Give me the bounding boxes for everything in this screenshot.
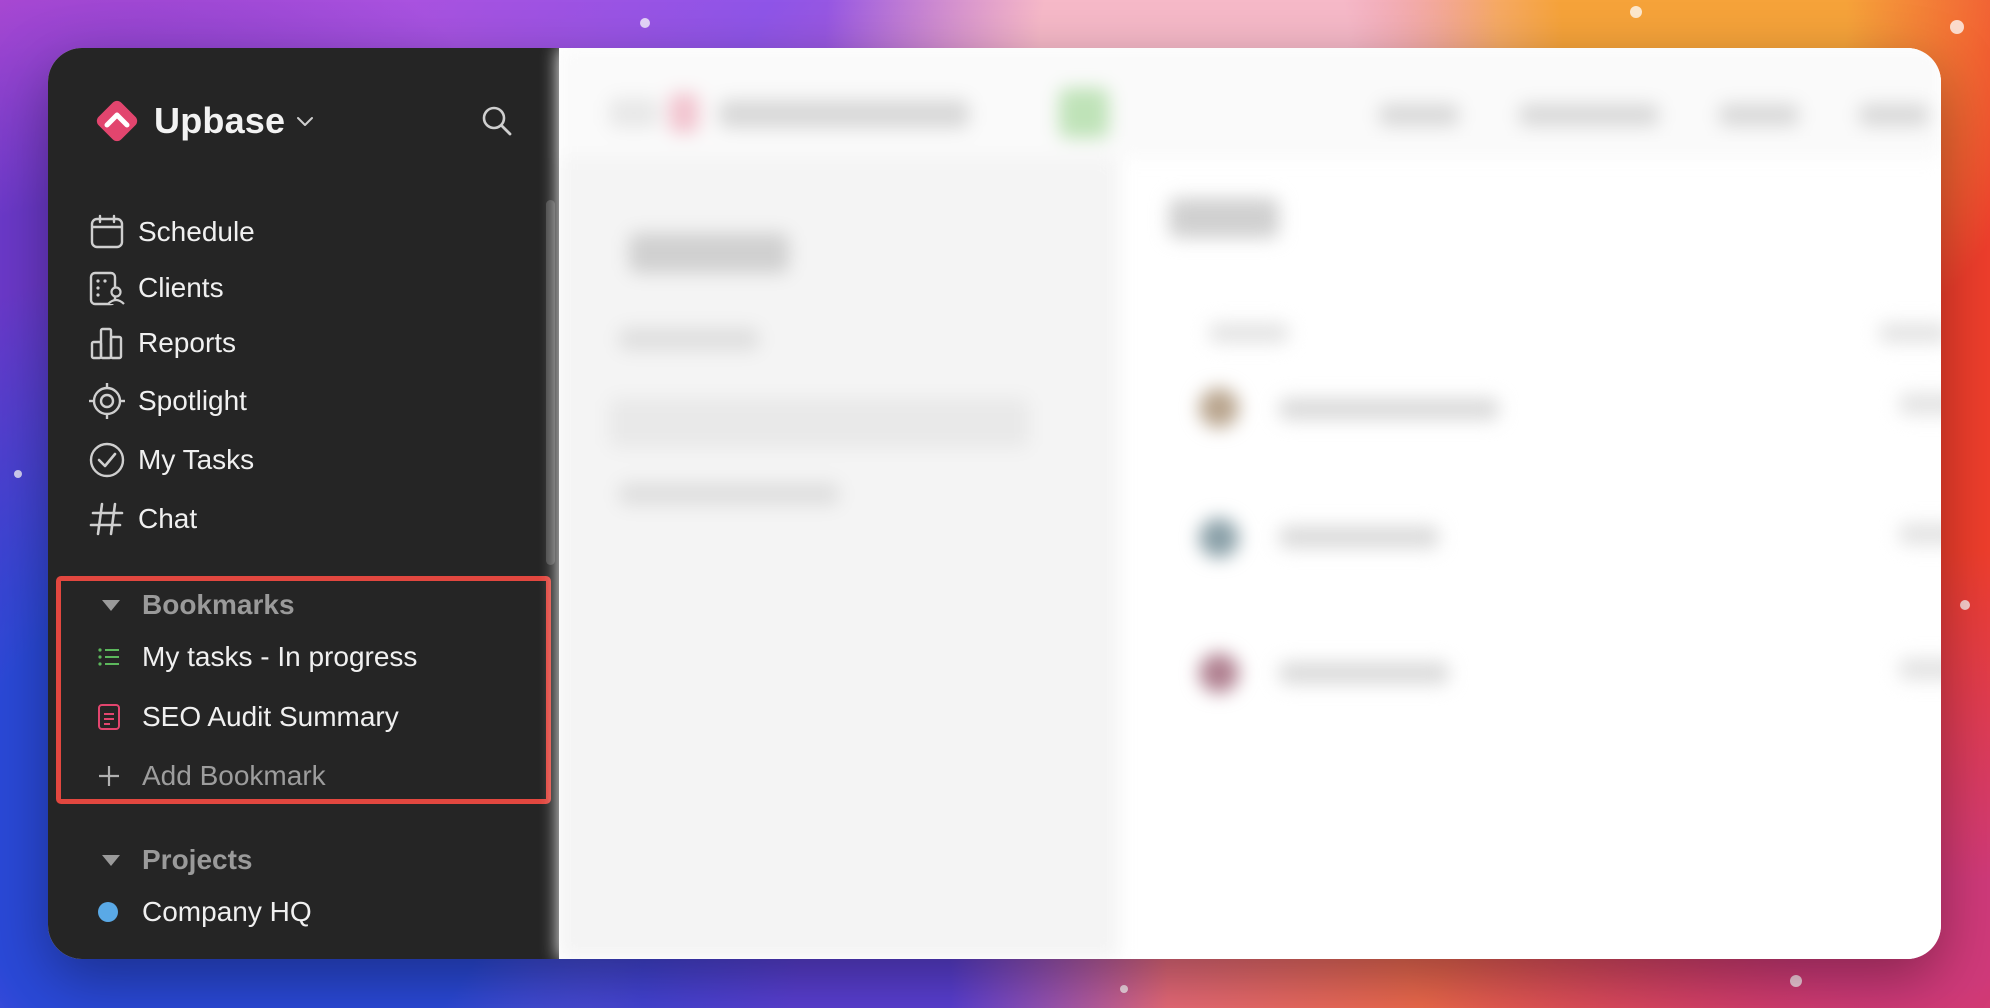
list-icon (98, 648, 119, 666)
projects-section-header[interactable]: Projects (94, 840, 253, 880)
bookmarks-section-header[interactable]: Bookmarks (94, 585, 295, 625)
check-circle-icon (89, 442, 125, 478)
upbase-logo-icon (96, 100, 138, 142)
sidebar: Upbase Schedule Clients Reports Spotligh… (48, 48, 559, 959)
bookmark-label: My tasks - In progress (142, 641, 418, 672)
collapse-triangle-icon (102, 599, 120, 611)
nav-label: Clients (138, 272, 224, 303)
project-company-hq[interactable]: Company HQ (94, 889, 524, 935)
nav-label: Chat (138, 503, 198, 534)
chevron-down-icon (297, 117, 314, 126)
add-bookmark-button[interactable]: Add Bookmark (94, 753, 524, 799)
nav-item-schedule[interactable]: Schedule (88, 208, 528, 256)
blurred-background-content (559, 48, 1941, 959)
sidebar-scrollbar[interactable] (546, 200, 555, 565)
nav-item-spotlight[interactable]: Spotlight (88, 377, 528, 425)
workspace-switcher[interactable]: Upbase (92, 96, 315, 146)
collapse-triangle-icon (102, 854, 120, 866)
spotlight-icon (89, 383, 125, 419)
bar-chart-icon (90, 327, 123, 360)
bookmarks-title: Bookmarks (142, 589, 295, 620)
calendar-icon (90, 214, 124, 249)
projects-title: Projects (142, 844, 253, 875)
workspace-name: Upbase (154, 100, 286, 141)
document-icon (98, 704, 120, 730)
hash-icon (89, 502, 124, 536)
app-window: Upbase Schedule Clients Reports Spotligh… (48, 48, 1941, 959)
bookmark-seo-audit-summary[interactable]: SEO Audit Summary (94, 694, 524, 740)
nav-item-my-tasks[interactable]: My Tasks (88, 436, 528, 484)
nav-item-chat[interactable]: Chat (88, 495, 528, 543)
clients-icon (89, 271, 125, 306)
nav-item-reports[interactable]: Reports (88, 319, 528, 367)
nav-label: Reports (138, 327, 237, 358)
add-bookmark-label: Add Bookmark (142, 760, 326, 791)
nav-item-clients[interactable]: Clients (88, 264, 528, 312)
main-content-blurred (559, 48, 1941, 959)
bookmark-my-tasks-in-progress[interactable]: My tasks - In progress (94, 634, 524, 680)
bookmark-label: SEO Audit Summary (142, 701, 399, 732)
project-label: Company HQ (142, 896, 312, 927)
plus-icon (99, 766, 119, 786)
project-color-dot (98, 902, 118, 922)
nav-label: My Tasks (138, 444, 255, 475)
nav-label: Spotlight (138, 385, 247, 416)
search-icon[interactable] (480, 104, 514, 138)
nav-label: Schedule (138, 216, 255, 247)
